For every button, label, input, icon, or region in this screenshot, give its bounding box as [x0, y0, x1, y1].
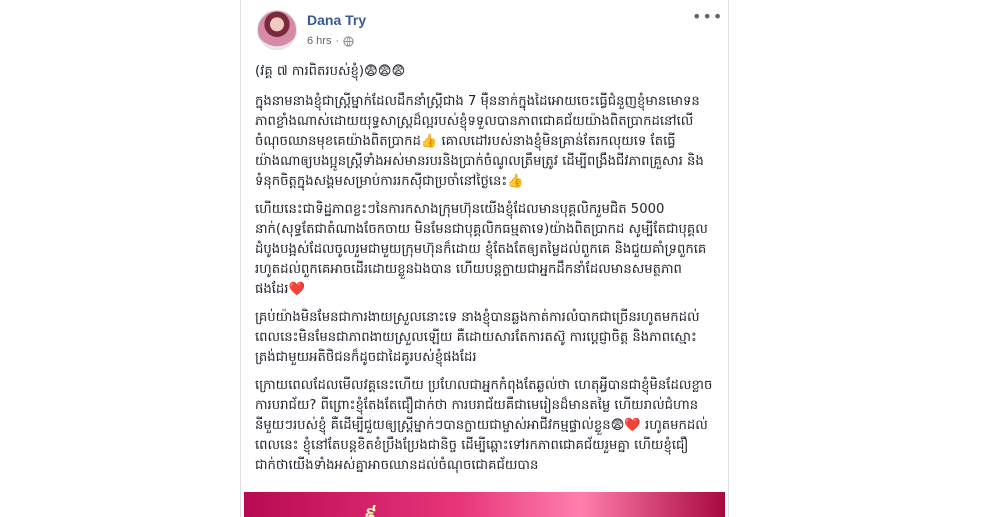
meta-separator: ·	[335, 35, 340, 47]
globe-icon[interactable]	[343, 35, 354, 47]
post-paragraph: ហើយនេះជាទិដ្ឋភាពខ្លះៗនៃការកសាងក្រុមហ៊ុនយ…	[255, 202, 708, 297]
post-paragraph: (វគ្គ ៧ ការពិតរបស់ខ្ញុំ)😨😨😨	[255, 64, 406, 79]
post-body: (វគ្គ ៧ ការពិតរបស់ខ្ញុំ)😨😨😨 ក្នុងនាមនាងខ…	[255, 62, 714, 484]
post-card: Dana Try 6 hrs · ••• (វគ្គ ៧ ការពិតរបស់ខ…	[240, 0, 729, 517]
post-image[interactable]: ៩	[244, 492, 725, 517]
image-caption: ៩	[364, 504, 377, 517]
post-paragraph: ក្នុងនាមនាងខ្ញុំជាស្ត្រីម្នាក់ដែលដឹកនាំស…	[255, 94, 704, 189]
post-timestamp[interactable]: 6 hrs	[307, 35, 331, 47]
post-paragraph: ក្រោយពេលដែលមើលវគ្គនេះហើយ ប្រហែលជាអ្នកកំព…	[255, 378, 713, 473]
post-paragraph: គ្រប់យ៉ាងមិនមែនជាការងាយស្រួលនោះទេ នាងខ្ញ…	[255, 310, 700, 365]
ellipsis-icon[interactable]: •••	[692, 9, 722, 30]
author-name[interactable]: Dana Try	[307, 12, 366, 28]
post-meta: 6 hrs ·	[307, 35, 354, 47]
avatar[interactable]	[257, 10, 297, 50]
post-header: Dana Try 6 hrs · •••	[255, 8, 722, 54]
